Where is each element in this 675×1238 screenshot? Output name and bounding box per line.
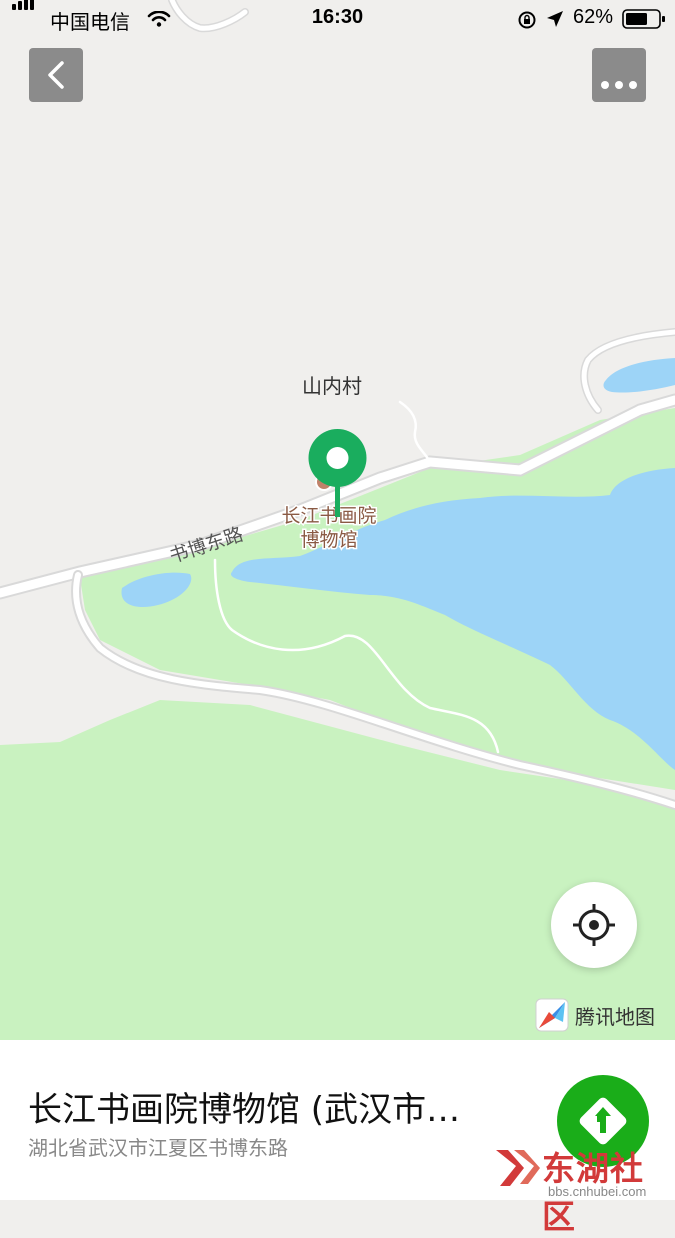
- map-brand: 腾讯地图: [535, 998, 655, 1032]
- locate-crosshair-icon: [573, 904, 615, 946]
- watermark-url: bbs.cnhubei.com: [548, 1184, 647, 1199]
- battery-percent: 62%: [573, 6, 614, 28]
- poi-label-line2[interactable]: 博物馆: [299, 528, 359, 553]
- more-options-button[interactable]: [592, 48, 646, 102]
- place-address: 湖北省武汉市江夏区书博东路: [28, 1136, 288, 1160]
- map-brand-name: 腾讯地图: [575, 1004, 655, 1029]
- battery-icon: [622, 9, 665, 29]
- watermark: 东湖社区 bbs.cnhubei.com: [490, 1140, 675, 1236]
- orientation-lock-icon: [518, 11, 536, 29]
- more-dots-icon: [592, 74, 646, 93]
- back-button[interactable]: [29, 48, 83, 102]
- location-arrow-icon: [547, 11, 563, 27]
- place-title: 长江书画院博物馆 (武汉市…: [28, 1090, 461, 1130]
- locate-me-button[interactable]: [551, 882, 637, 968]
- tencent-map-logo-icon: [535, 998, 569, 1032]
- status-bar: 中国电信 16:30 62%: [0, 0, 675, 38]
- chevron-left-icon: [48, 61, 64, 89]
- village-label: 山内村: [302, 374, 362, 398]
- watermark-logo-icon: [496, 1150, 540, 1186]
- poi-label-line1[interactable]: 长江书画院: [280, 504, 378, 529]
